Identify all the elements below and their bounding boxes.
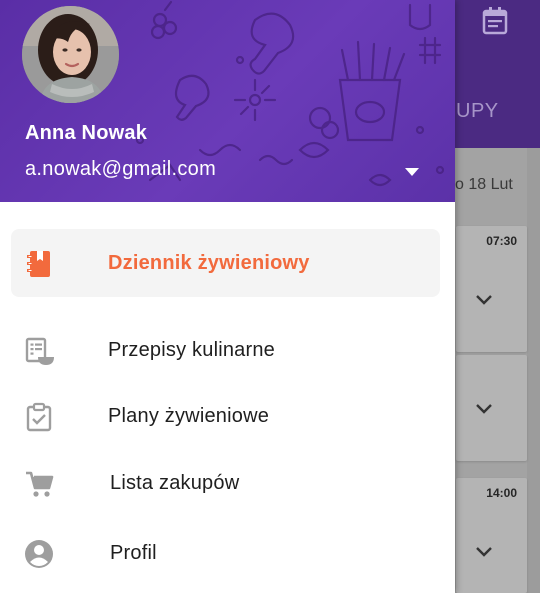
background-content-area — [527, 148, 540, 593]
menu-item-profile[interactable]: Profil — [11, 519, 440, 587]
cart-icon — [26, 471, 54, 497]
background-meal-card[interactable]: 14:00 — [456, 478, 527, 593]
menu-item-label: Lista zakupów — [110, 472, 240, 494]
menu-item-label: Profil — [110, 542, 157, 564]
menu-item-label: Plany żywieniowe — [108, 405, 270, 427]
background-date-label: o 18 Lut — [455, 176, 513, 193]
navigation-drawer: Anna Nowak a.nowak@gmail.com Dziennik ży… — [0, 0, 455, 593]
user-name: Anna Nowak — [25, 122, 148, 144]
menu-item-label: Dziennik żywieniowy — [108, 252, 310, 274]
chevron-down-icon[interactable] — [472, 397, 496, 421]
chevron-down-icon[interactable] — [472, 540, 496, 564]
avatar[interactable] — [22, 6, 119, 103]
account-switcher-toggle[interactable] — [400, 160, 424, 184]
background-meal-card[interactable] — [456, 355, 527, 461]
menu-item-label: Przepisy kulinarne — [108, 339, 276, 361]
background-meal-card[interactable]: 07:30 — [456, 226, 527, 352]
menu-item-shopping-list[interactable]: Lista zakupów — [11, 449, 440, 517]
account-circle-icon — [25, 540, 53, 568]
meal-time: 14:00 — [486, 486, 517, 500]
caret-down-icon — [405, 168, 419, 176]
drawer-header: Anna Nowak a.nowak@gmail.com — [0, 0, 455, 202]
user-photo — [22, 6, 119, 103]
user-email: a.nowak@gmail.com — [25, 158, 217, 180]
recipe-list-icon — [25, 337, 54, 365]
clipboard-check-icon — [26, 402, 52, 432]
menu-item-food-diary[interactable]: Dziennik żywieniowy — [11, 229, 440, 297]
menu-item-recipes[interactable]: Przepisy kulinarne — [11, 316, 440, 384]
chevron-down-icon[interactable] — [472, 288, 496, 312]
notebook-icon — [27, 251, 50, 277]
menu-item-meal-plans[interactable]: Plany żywieniowe — [11, 382, 440, 450]
meal-time: 07:30 — [486, 234, 517, 248]
calendar-icon[interactable] — [481, 6, 509, 36]
background-tab-label[interactable]: UPY — [456, 100, 499, 123]
